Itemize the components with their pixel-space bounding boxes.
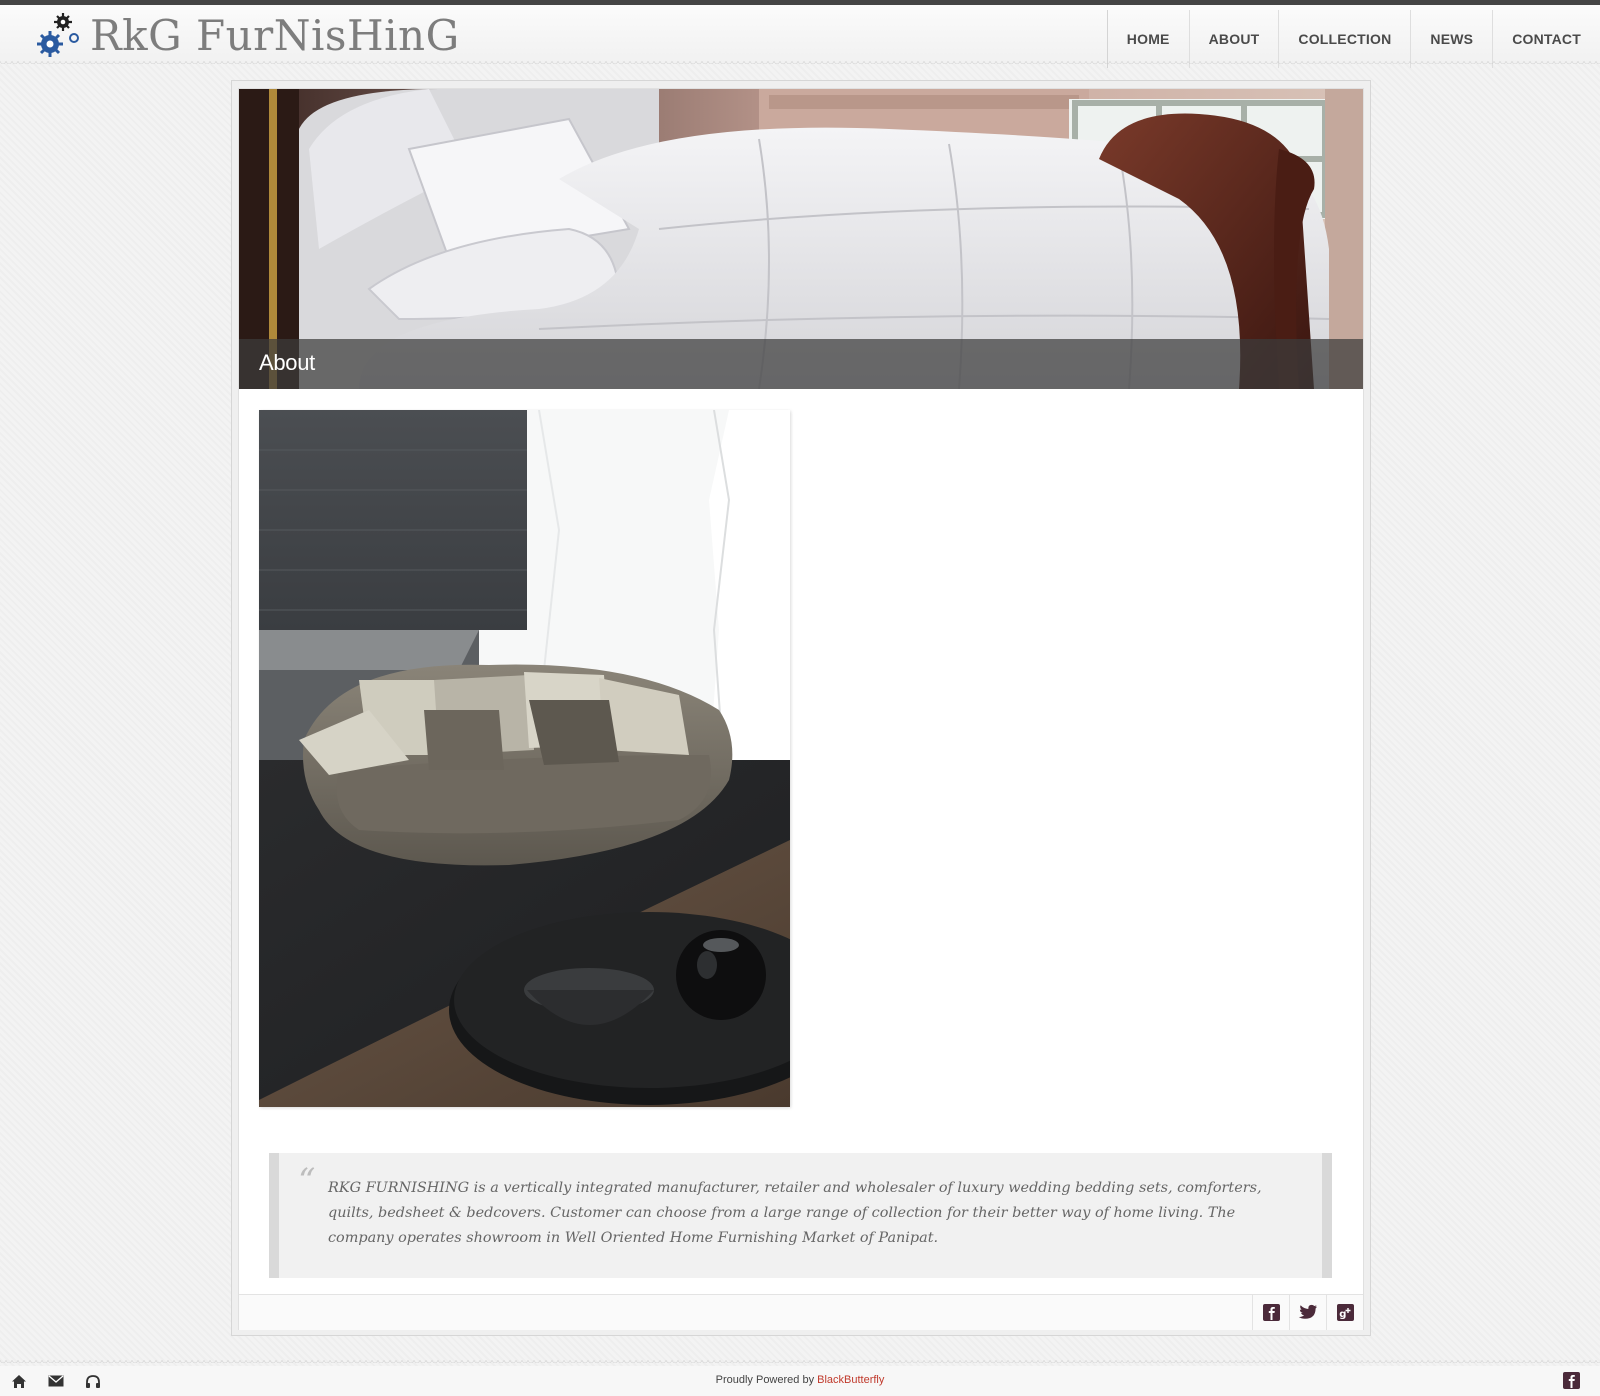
header-divider bbox=[0, 61, 1600, 67]
logo-gear-icon bbox=[37, 13, 79, 57]
quote-mark-icon: “ bbox=[298, 1161, 316, 1201]
twitter-icon bbox=[1298, 1304, 1317, 1319]
living-room-photo bbox=[259, 409, 849, 1107]
site-header: RkG FurNisHinG HOME ABOUT COLLECTION NEW… bbox=[0, 5, 1600, 68]
sofa-image bbox=[259, 409, 849, 1107]
logo-text: RkG FurNisHinG bbox=[90, 11, 460, 60]
footer-facebook-link[interactable] bbox=[1563, 1372, 1580, 1389]
main-nav: HOME ABOUT COLLECTION NEWS CONTACT bbox=[1106, 10, 1600, 68]
hero-banner: About bbox=[239, 89, 1363, 389]
nav-home[interactable]: HOME bbox=[1106, 10, 1189, 68]
social-links: g bbox=[1252, 1295, 1363, 1330]
facebook-icon bbox=[1563, 1372, 1580, 1389]
about-text: RKG FURNISHING is a vertically integrate… bbox=[328, 1180, 1262, 1246]
facebook-button[interactable] bbox=[1252, 1295, 1289, 1330]
google-plus-button[interactable]: g bbox=[1326, 1295, 1363, 1330]
page-title: About bbox=[259, 350, 315, 375]
about-quote: “ RKG FURNISHING is a vertically integra… bbox=[269, 1153, 1332, 1278]
hero-caption-bar: About bbox=[239, 339, 1363, 389]
google-plus-icon: g bbox=[1336, 1304, 1354, 1321]
nav-about[interactable]: ABOUT bbox=[1188, 10, 1279, 68]
panel-footer: g bbox=[239, 1294, 1363, 1330]
credit-prefix: Proudly Powered by bbox=[715, 1374, 818, 1386]
facebook-icon bbox=[1262, 1304, 1280, 1321]
logo[interactable]: RkG FurNisHinG bbox=[32, 9, 460, 63]
site-footer: Proudly Powered by BlackButterfly bbox=[0, 1366, 1600, 1396]
nav-news[interactable]: NEWS bbox=[1410, 10, 1492, 68]
nav-contact[interactable]: CONTACT bbox=[1492, 10, 1600, 68]
footer-credit: Proudly Powered by BlackButterfly bbox=[0, 1374, 1600, 1386]
credit-link[interactable]: BlackButterfly bbox=[817, 1374, 884, 1386]
content-panel: About “ RKG FURNISHING is a vertically i… bbox=[238, 88, 1364, 1330]
twitter-button[interactable] bbox=[1289, 1295, 1326, 1330]
svg-text:g: g bbox=[1339, 1309, 1346, 1320]
nav-collection[interactable]: COLLECTION bbox=[1278, 10, 1410, 68]
